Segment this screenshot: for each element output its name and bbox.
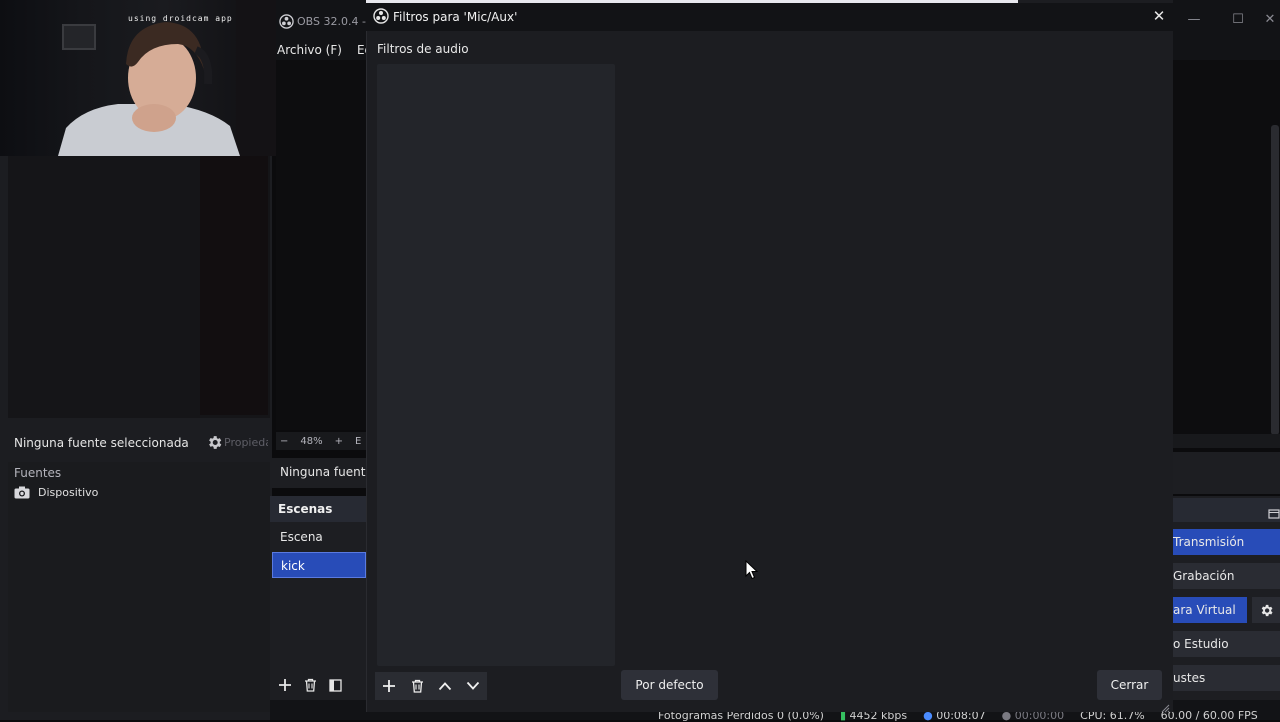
zoom-extra: E	[355, 435, 362, 447]
filter-toolbar	[375, 672, 487, 700]
start-streaming-button[interactable]: Transmisión	[1173, 529, 1280, 555]
audio-filters-label: Filtros de audio	[377, 42, 469, 56]
main-scrollbar[interactable]	[1271, 125, 1279, 435]
maximize-icon[interactable]: ☐	[1216, 12, 1260, 32]
add-scene-icon[interactable]	[278, 677, 292, 696]
gear-icon[interactable]	[206, 434, 223, 451]
sources-title: Fuentes	[14, 466, 62, 480]
zoom-bar: − 48% + E	[276, 432, 366, 450]
no-source-bar-main: Ninguna fuente	[270, 458, 366, 488]
zoom-level: 48%	[300, 435, 323, 447]
main-window-title: OBS 32.0.4 - P	[297, 15, 367, 28]
move-filter-down-button[interactable]	[459, 672, 487, 700]
source-item-label: Dispositivo	[38, 486, 99, 499]
source-item-dispositivo[interactable]: Dispositivo	[14, 486, 98, 499]
zoom-out-button[interactable]: −	[280, 436, 288, 447]
dialog-title: Filtros para 'Mic/Aux'	[393, 10, 518, 24]
obs-logo-icon	[279, 14, 294, 29]
zoom-in-button[interactable]: +	[335, 436, 343, 447]
secondary-preview-edge	[200, 150, 268, 415]
properties-button[interactable]: Propiedades	[224, 436, 268, 449]
no-source-selected-label: Ninguna fuente seleccionada	[14, 436, 189, 450]
controls-title	[1173, 498, 1280, 522]
main-preview-area	[276, 60, 366, 430]
filter-icon[interactable]	[329, 677, 342, 696]
resize-grip-icon[interactable]	[1160, 698, 1170, 713]
scene-item-kick[interactable]: kick	[272, 552, 366, 578]
webcam-person	[58, 22, 240, 156]
dock-float-icon[interactable]	[1268, 504, 1280, 519]
mouse-pointer-icon	[745, 559, 759, 580]
settings-button[interactable]: ustes	[1173, 665, 1280, 691]
fps-readout: 60.00 / 60.00 FPS	[1160, 709, 1258, 722]
trash-icon[interactable]	[304, 677, 317, 696]
add-filter-button[interactable]	[375, 672, 403, 700]
chevron-up-icon	[438, 682, 452, 691]
main-panel-right	[1173, 452, 1280, 494]
zoom-bar-right	[1173, 434, 1280, 448]
menu-archivo[interactable]: Archivo (F)	[277, 43, 342, 57]
chevron-down-icon	[466, 681, 480, 690]
audio-filter-list[interactable]	[377, 64, 615, 666]
remove-filter-button[interactable]	[403, 672, 431, 700]
virtual-camera-settings-icon[interactable]	[1252, 597, 1280, 623]
scenes-toolbar	[270, 672, 366, 700]
obs-logo-icon	[373, 8, 389, 24]
scene-item-escena[interactable]: Escena	[272, 524, 366, 550]
sources-dock	[8, 462, 270, 712]
start-recording-button[interactable]: Grabación	[1173, 563, 1280, 589]
move-filter-up-button[interactable]	[431, 672, 459, 700]
main-preview-area-right	[1173, 60, 1280, 434]
reset-defaults-button[interactable]: Por defecto	[621, 670, 718, 700]
scenes-title: Escenas	[270, 496, 366, 522]
camera-icon	[14, 486, 30, 499]
studio-mode-button[interactable]: o Estudio	[1173, 631, 1280, 657]
close-icon[interactable]: ✕	[1260, 12, 1280, 32]
trash-icon	[411, 679, 423, 693]
virtual-camera-button[interactable]: ara Virtual	[1173, 597, 1247, 623]
webcam-overlay	[0, 0, 276, 156]
close-icon[interactable]: ✕	[1148, 6, 1170, 26]
plus-icon	[383, 680, 395, 692]
minimize-icon[interactable]: —	[1172, 12, 1216, 32]
main-window-controls: — ☐ ✕	[1172, 12, 1280, 32]
close-dialog-button[interactable]: Cerrar	[1097, 670, 1162, 700]
webcam-caption: using droidcam app	[128, 14, 233, 23]
